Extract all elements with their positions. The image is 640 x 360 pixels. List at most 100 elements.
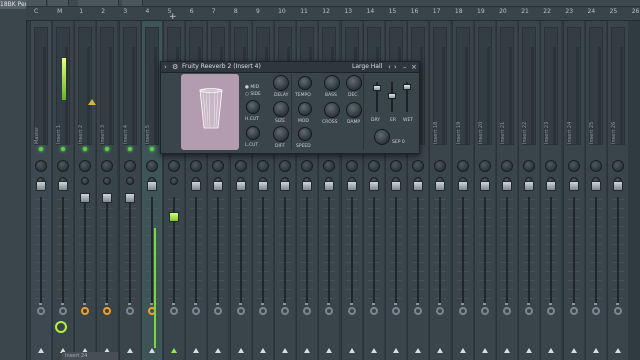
- insert-number[interactable]: 15: [389, 8, 397, 15]
- fx-switch[interactable]: [569, 307, 578, 315]
- toolbar-button[interactable]: [48, 0, 69, 6]
- size-knob[interactable]: [273, 101, 289, 117]
- pan-knob[interactable]: [523, 160, 536, 172]
- insert-strip[interactable]: Insert 2: [74, 21, 96, 360]
- pan-knob[interactable]: [612, 160, 624, 172]
- fx-switch[interactable]: [192, 307, 201, 315]
- side-option[interactable]: ○ SIDE: [245, 92, 261, 97]
- pan-knob[interactable]: [256, 160, 269, 172]
- insert-number[interactable]: 11: [300, 8, 308, 15]
- fx-switch[interactable]: [392, 307, 400, 315]
- route-arrow-icon[interactable]: [570, 348, 577, 353]
- fx-switch[interactable]: [236, 307, 245, 315]
- enable-led[interactable]: [83, 147, 88, 151]
- fx-switch[interactable]: [614, 307, 622, 315]
- enable-led[interactable]: [105, 147, 110, 151]
- insert-number[interactable]: 21: [521, 8, 529, 15]
- fx-switch[interactable]: [258, 307, 267, 315]
- insert-number[interactable]: 16: [411, 8, 419, 15]
- route-arrow-icon[interactable]: [592, 348, 599, 353]
- route-arrow-icon[interactable]: [437, 348, 444, 353]
- route-arrow-icon[interactable]: [282, 348, 288, 353]
- pan-knob[interactable]: [168, 160, 180, 172]
- route-arrow-icon[interactable]: [237, 348, 244, 353]
- insert-number[interactable]: 12: [322, 8, 330, 15]
- volume-fader[interactable]: [546, 181, 557, 191]
- toolbar-button[interactable]: [98, 0, 119, 6]
- route-arrow-icon[interactable]: [259, 348, 266, 353]
- volume-fader[interactable]: [479, 181, 490, 191]
- wet-fader[interactable]: [403, 82, 411, 112]
- route-arrow-icon[interactable]: [304, 348, 311, 353]
- pan-knob[interactable]: [123, 160, 136, 172]
- insert-number[interactable]: 19: [477, 8, 485, 15]
- right-arrow-icon[interactable]: ›: [164, 62, 167, 72]
- delay-knob[interactable]: [273, 75, 289, 91]
- fx-switch[interactable]: [547, 307, 556, 315]
- insert-number[interactable]: 10: [278, 8, 286, 15]
- enable-led[interactable]: [149, 147, 154, 151]
- insert-strip[interactable]: Insert 3: [96, 21, 118, 360]
- route-arrow-icon[interactable]: [193, 348, 200, 353]
- stereo-separation-knob[interactable]: [374, 129, 390, 145]
- dry-fader[interactable]: [373, 82, 381, 112]
- insert-strip[interactable]: Insert 21: [496, 21, 517, 360]
- tempo-knob[interactable]: [298, 76, 312, 90]
- route-arrow-icon[interactable]: [393, 348, 399, 353]
- pan-knob[interactable]: [190, 160, 203, 172]
- insert-number[interactable]: 20: [499, 8, 507, 15]
- insert-number[interactable]: 3: [123, 8, 127, 15]
- volume-fader[interactable]: [368, 181, 379, 191]
- route-arrow-icon[interactable]: [215, 348, 222, 353]
- volume-fader[interactable]: [58, 181, 68, 191]
- insert-strip[interactable]: Insert 19: [451, 21, 473, 360]
- route-arrow-icon[interactable]: [171, 348, 177, 353]
- insert-strip[interactable]: Insert 23: [540, 21, 562, 360]
- route-arrow-icon[interactable]: [615, 348, 621, 353]
- fx-switch[interactable]: [503, 307, 511, 315]
- fx-switch[interactable]: [81, 307, 90, 315]
- pan-knob[interactable]: [434, 160, 447, 172]
- plugin-titlebar[interactable]: › ⚙ Fruity Reeverb 2 (Insert 4) Large Ha…: [161, 62, 419, 73]
- insert-strip[interactable]: Insert 20: [473, 21, 495, 360]
- insert-strip[interactable]: Insert 24: [562, 21, 584, 360]
- fx-switch[interactable]: [414, 307, 423, 315]
- insert-number[interactable]: 9: [256, 8, 260, 15]
- er-fader[interactable]: [388, 82, 396, 112]
- volume-fader[interactable]: [257, 181, 268, 191]
- fx-switch[interactable]: [525, 307, 534, 315]
- minimize-icon[interactable]: –: [403, 62, 407, 72]
- pan-knob[interactable]: [545, 160, 558, 172]
- decay-knob[interactable]: [346, 75, 362, 91]
- pan-knob[interactable]: [390, 160, 402, 172]
- route-arrow-icon[interactable]: [526, 348, 533, 353]
- toolbar-button[interactable]: [78, 0, 99, 6]
- volume-fader[interactable]: [391, 181, 401, 191]
- route-arrow-icon[interactable]: [148, 348, 155, 353]
- toolbar-button[interactable]: [122, 0, 143, 6]
- enable-led[interactable]: [39, 147, 43, 151]
- master-strip[interactable]: Master: [30, 21, 51, 360]
- fx-switch[interactable]: [480, 307, 489, 315]
- insert-strip[interactable]: Insert 22: [518, 21, 540, 360]
- volume-fader[interactable]: [613, 181, 623, 191]
- route-arrow-icon[interactable]: [504, 348, 510, 353]
- volume-fader[interactable]: [457, 181, 468, 191]
- insert-number[interactable]: 24: [588, 8, 596, 15]
- prev-preset-icon[interactable]: ‹: [388, 62, 391, 72]
- volume-fader[interactable]: [346, 181, 357, 191]
- insert-number[interactable]: 2: [101, 8, 105, 15]
- fx-switch[interactable]: [303, 307, 312, 315]
- volume-fader[interactable]: [80, 193, 91, 203]
- stereo-knob[interactable]: [125, 177, 134, 185]
- pan-knob[interactable]: [478, 160, 491, 172]
- pan-knob[interactable]: [456, 160, 469, 172]
- preset-selector[interactable]: Large Hall: [352, 63, 382, 70]
- fx-switch[interactable]: [325, 307, 334, 315]
- insert-strip[interactable]: Insert 25: [584, 21, 606, 360]
- volume-fader[interactable]: [169, 212, 179, 222]
- fx-switch[interactable]: [347, 307, 356, 315]
- pan-knob[interactable]: [212, 160, 225, 172]
- volume-fader[interactable]: [102, 193, 113, 203]
- volume-fader[interactable]: [235, 181, 246, 191]
